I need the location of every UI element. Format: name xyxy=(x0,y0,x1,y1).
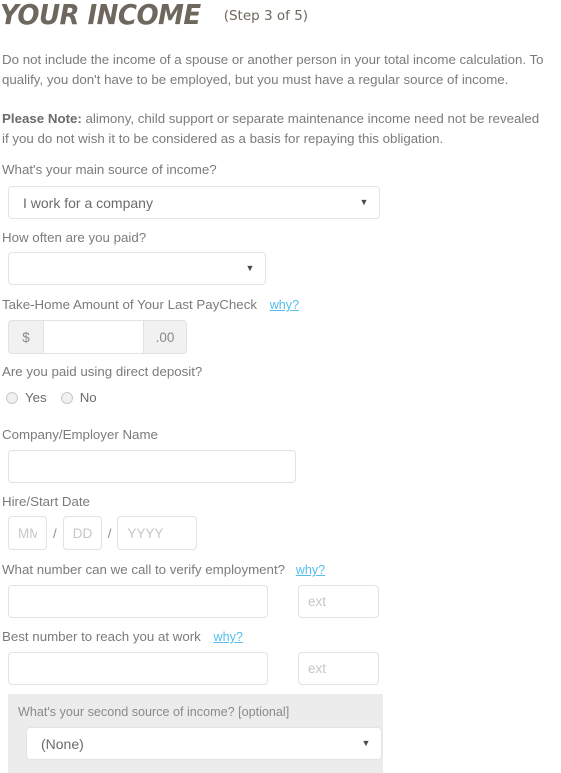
take-home-why-link[interactable]: why? xyxy=(270,298,299,312)
direct-deposit-no-label: No xyxy=(79,390,97,405)
direct-deposit-yes-label: Yes xyxy=(25,390,47,405)
employer-name-label: Company/Employer Name xyxy=(2,427,158,442)
work-phone-ext-input[interactable] xyxy=(298,652,379,685)
main-source-value: I work for a company xyxy=(23,194,153,211)
verify-phone-why-link[interactable]: why? xyxy=(296,563,325,577)
verify-phone-label-text: What number can we call to verify employ… xyxy=(2,562,286,577)
second-source-label: What's your second source of income? [op… xyxy=(18,705,290,719)
page-title: YOUR INCOME xyxy=(0,0,201,31)
main-source-select[interactable]: I work for a company ▼ xyxy=(8,186,380,219)
take-home-amount-input[interactable] xyxy=(43,320,144,354)
take-home-label-text: Take-Home Amount of Your Last PayCheck xyxy=(2,297,257,312)
second-source-select[interactable]: (None) ▼ xyxy=(26,727,382,760)
direct-deposit-label: Are you paid using direct deposit? xyxy=(2,364,203,379)
date-separator: / xyxy=(107,525,112,541)
work-phone-label: Best number to reach you at work why? xyxy=(2,628,243,646)
please-note-label: Please Note: xyxy=(2,111,82,127)
intro-paragraph: Do not include the income of a spouse or… xyxy=(2,52,544,88)
verify-phone-label: What number can we call to verify employ… xyxy=(2,561,325,579)
employer-name-input[interactable] xyxy=(8,450,296,483)
main-source-label: What's your main source of income? xyxy=(2,162,217,177)
chevron-down-icon: ▼ xyxy=(361,738,371,748)
take-home-input-group: $ .00 xyxy=(8,320,187,354)
work-phone-label-text: Best number to reach you at work xyxy=(2,629,201,644)
work-phone-why-link[interactable]: why? xyxy=(214,630,243,644)
work-phone-input[interactable] xyxy=(8,652,268,685)
hire-date-month-input[interactable] xyxy=(8,516,47,550)
hire-date-year-input[interactable] xyxy=(117,516,198,550)
hire-date-day-input[interactable] xyxy=(62,516,102,550)
radio-unchecked-icon[interactable] xyxy=(6,391,18,404)
hire-date-row: / / xyxy=(8,516,198,550)
second-source-panel: What's your second source of income? [op… xyxy=(8,694,383,773)
hire-date-label: Hire/Start Date xyxy=(2,494,90,509)
please-note-paragraph: Please Note: alimony, child support or s… xyxy=(2,109,547,149)
chevron-down-icon: ▼ xyxy=(359,197,369,207)
date-separator: / xyxy=(53,525,57,541)
direct-deposit-yes-option[interactable]: Yes xyxy=(6,390,61,405)
verify-phone-ext-input[interactable] xyxy=(298,585,379,618)
verify-phone-input[interactable] xyxy=(8,585,268,618)
radio-unchecked-icon[interactable] xyxy=(60,391,73,404)
cents-suffix-addon: .00 xyxy=(144,320,187,354)
income-step-page: YOUR INCOME (Step 3 of 5) Do not include … xyxy=(0,0,561,773)
page-header: YOUR INCOME (Step 3 of 5) xyxy=(0,0,308,31)
second-source-value: (None) xyxy=(41,735,84,752)
step-indicator: (Step 3 of 5) xyxy=(223,8,309,24)
please-note-text: alimony, child support or separate maint… xyxy=(2,111,540,147)
currency-prefix-addon: $ xyxy=(8,320,43,354)
direct-deposit-no-option[interactable]: No xyxy=(60,390,111,405)
pay-frequency-label: How often are you paid? xyxy=(2,230,147,245)
direct-deposit-radio-group: Yes No xyxy=(6,390,111,405)
take-home-label: Take-Home Amount of Your Last PayCheck w… xyxy=(2,296,299,314)
chevron-down-icon: ▼ xyxy=(245,263,255,273)
pay-frequency-select[interactable]: ▼ xyxy=(8,252,266,285)
